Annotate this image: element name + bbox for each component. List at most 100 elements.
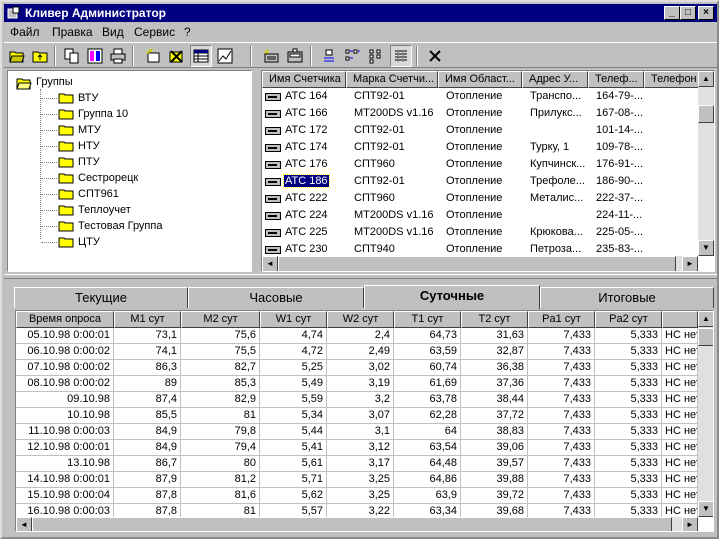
menu-file[interactable]: Файл — [10, 25, 40, 39]
data-row[interactable]: 13.10.98 86,7 80 5,61 3,17 64,48 39,57 7,433 5,3… — [16, 456, 698, 472]
data-col-header[interactable] — [662, 311, 698, 328]
print-button[interactable] — [107, 45, 129, 67]
data-col-header[interactable]: Pa1 сут — [528, 311, 595, 328]
data-cell: НС нет — [662, 360, 698, 376]
scroll-right-button[interactable]: ► — [682, 517, 698, 531]
meter-row[interactable]: АТС 186 СПТ92-01 Отопление Трефоле... 186-90… — [262, 173, 699, 190]
data-row[interactable]: 11.10.98 0:00:03 84,9 79,8 5,44 3,1 64 38,83 7,… — [16, 424, 698, 440]
col-header-phone2[interactable]: Телефон — [644, 71, 700, 88]
open-folder-button[interactable] — [6, 45, 28, 67]
tree-item[interactable]: Тестовая Группа — [58, 218, 162, 234]
tree-item[interactable]: Теплоучет — [58, 202, 131, 218]
maximize-button[interactable]: □ — [680, 6, 696, 20]
data-row[interactable]: 12.10.98 0:00:01 84,9 79,4 5,41 3,12 63,54 39,… — [16, 440, 698, 456]
tree-item[interactable]: Группа 10 — [58, 106, 128, 122]
data-row[interactable]: 09.10.98 87,4 82,9 5,59 3,2 63,78 38,44 7,433 5,… — [16, 392, 698, 408]
scroll-thumb[interactable] — [32, 517, 672, 531]
tab-daily[interactable]: Суточные — [364, 285, 540, 309]
tree-root[interactable]: Группы — [16, 74, 73, 90]
meter-row[interactable]: АТС 225 MT200DS v1.16 Отопление Крюкова... 2… — [262, 224, 699, 241]
tree-item[interactable]: СПТ961 — [58, 186, 119, 202]
data-row[interactable]: 05.10.98 0:00:01 73,1 75,6 4,74 2,4 64,73 31,6… — [16, 328, 698, 344]
up-folder-button[interactable] — [29, 45, 51, 67]
tree-item[interactable]: НТУ — [58, 138, 100, 154]
scroll-up-button[interactable]: ▲ — [698, 311, 713, 327]
pane-splitter[interactable] — [4, 274, 717, 279]
title-bar[interactable]: Кливер Администратор _ □ × — [4, 4, 717, 22]
tab-hourly[interactable]: Часовые — [188, 287, 364, 308]
data-cell: 5,333 — [595, 488, 662, 504]
chart-button[interactable] — [214, 45, 236, 67]
data-grid-hscroll[interactable]: ◄ ► — [16, 517, 698, 531]
data-col-header[interactable]: Время опроса — [16, 311, 114, 328]
scroll-thumb[interactable] — [278, 256, 676, 271]
meter-row[interactable]: АТС 174 СПТ92-01 Отопление Турку, 1 109-78-.… — [262, 139, 699, 156]
data-row[interactable]: 07.10.98 0:00:02 86,3 82,7 5,25 3,02 60,74 36,… — [16, 360, 698, 376]
meter-properties-button[interactable] — [284, 45, 306, 67]
meter-row[interactable]: АТС 166 MT200DS v1.16 Отопление Прилукс... 1… — [262, 105, 699, 122]
scroll-up-button[interactable]: ▲ — [698, 71, 714, 87]
data-col-header[interactable]: M1 сут — [114, 311, 181, 328]
small-icons-button[interactable] — [342, 45, 364, 67]
data-row[interactable]: 15.10.98 0:00:04 87,8 81,6 5,62 3,25 63,9 39,7… — [16, 488, 698, 504]
tab-totals[interactable]: Итоговые — [540, 287, 714, 308]
col-header-area-name[interactable]: Имя Област... — [438, 71, 522, 88]
col-header-meter-name[interactable]: Имя Счетчика — [262, 71, 346, 88]
meter-row[interactable]: АТС 164 СПТ92-01 Отопление Транспо... 164-79… — [262, 88, 699, 105]
tree-item[interactable]: ПТУ — [58, 154, 100, 170]
data-row[interactable]: 06.10.98 0:00:02 74,1 75,5 4,72 2,49 63,59 32,… — [16, 344, 698, 360]
tree-item[interactable]: ЦТУ — [58, 234, 100, 250]
menu-help[interactable]: ? — [184, 25, 191, 39]
list-view-button[interactable] — [366, 45, 388, 67]
new-item-button[interactable] — [142, 45, 164, 67]
col-header-meter-model[interactable]: Марка Счетчи... — [346, 71, 438, 88]
data-cell: 3,17 — [327, 456, 394, 472]
tree-item[interactable]: ВТУ — [58, 90, 98, 106]
menu-service[interactable]: Сервис — [134, 25, 175, 39]
tab-current[interactable]: Текущие — [14, 287, 188, 308]
data-col-header[interactable]: W1 сут — [260, 311, 327, 328]
scroll-right-button[interactable]: ► — [682, 256, 698, 271]
meter-row[interactable]: АТС 172 СПТ92-01 Отопление 101-14-... — [262, 122, 699, 139]
data-col-header[interactable]: T1 сут — [394, 311, 461, 328]
tree-item[interactable]: МТУ — [58, 122, 101, 138]
scroll-thumb[interactable] — [698, 105, 714, 123]
grid-view-button[interactable] — [190, 45, 212, 67]
data-cell: НС нет — [662, 328, 698, 344]
scroll-thumb[interactable] — [698, 328, 713, 346]
scroll-left-button[interactable]: ◄ — [16, 517, 32, 531]
data-row[interactable]: 08.10.98 0:00:02 89 85,3 5,49 3,19 61,69 37,36… — [16, 376, 698, 392]
menu-edit[interactable]: Правка — [52, 25, 93, 39]
close-window-button[interactable]: × — [698, 6, 714, 20]
colors-button[interactable] — [84, 45, 106, 67]
meter-list-hscroll[interactable]: ◄ ► — [262, 256, 698, 271]
tree-item[interactable]: Сестрорецк — [58, 170, 138, 186]
col-header-phone1[interactable]: Телеф... — [588, 71, 644, 88]
data-col-header[interactable]: M2 сут — [181, 311, 260, 328]
menu-view[interactable]: Вид — [102, 25, 124, 39]
scroll-down-button[interactable]: ▼ — [698, 240, 714, 256]
meter-row[interactable]: АТС 224 MT200DS v1.16 Отопление 224-11-... — [262, 207, 699, 224]
data-col-header[interactable]: W2 сут — [327, 311, 394, 328]
minimize-button[interactable]: _ — [664, 6, 680, 20]
data-cell: 87,4 — [114, 392, 181, 408]
delete-item-button[interactable] — [165, 45, 187, 67]
close-button[interactable] — [424, 45, 446, 67]
large-icons-button[interactable] — [318, 45, 340, 67]
copy-button[interactable] — [61, 45, 83, 67]
col-header-address[interactable]: Адрес У... — [522, 71, 588, 88]
meter-list-vscroll[interactable]: ▲ ▼ — [698, 71, 714, 256]
scroll-left-button[interactable]: ◄ — [262, 256, 278, 271]
data-col-header[interactable]: Pa2 сут — [595, 311, 662, 328]
meter-row[interactable]: АТС 222 СПТ960 Отопление Металис... 222-37-.… — [262, 190, 699, 207]
new-meter-button[interactable] — [260, 45, 282, 67]
data-col-header[interactable]: T2 сут — [461, 311, 528, 328]
data-grid-vscroll[interactable]: ▲ ▼ — [698, 311, 713, 517]
data-row[interactable]: 14.10.98 0:00:01 87,9 81,2 5,71 3,25 64,86 39,… — [16, 472, 698, 488]
scroll-down-button[interactable]: ▼ — [698, 501, 713, 517]
data-row[interactable]: 10.10.98 85,5 81 5,34 3,07 62,28 37,72 7,433 5,3… — [16, 408, 698, 424]
group-tree[interactable]: Группы ВТУ Группа 10 МТУ НТУ ПТУ Сестрорецк СП… — [7, 70, 252, 272]
meter-row[interactable]: АТС 176 СПТ960 Отопление Купчинск... 176-91-… — [262, 156, 699, 173]
folder-icon — [58, 188, 74, 200]
details-view-button[interactable] — [390, 45, 412, 67]
